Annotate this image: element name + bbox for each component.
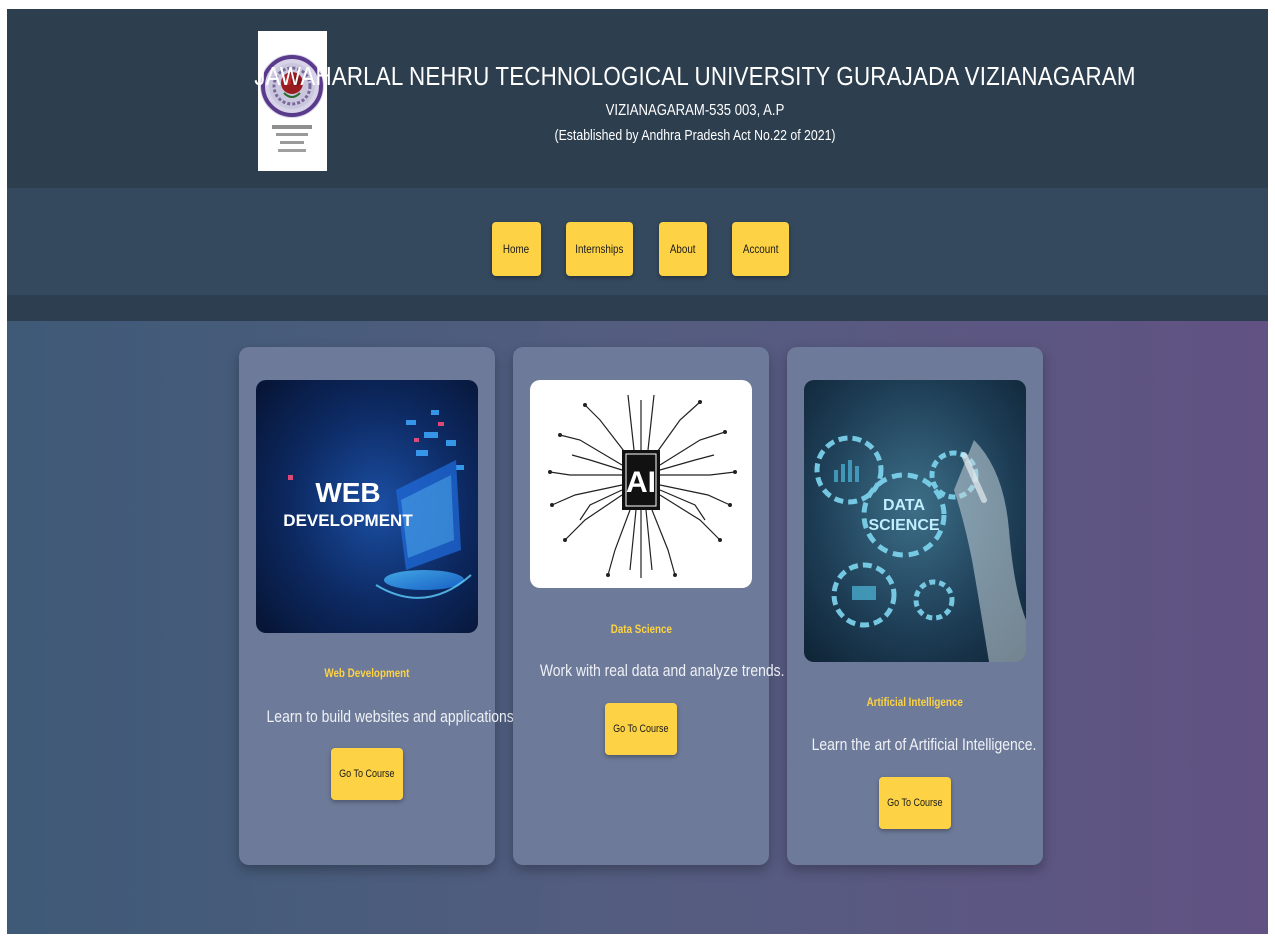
go-to-course-button[interactable]: Go To Course (331, 748, 403, 800)
nav-internships-button[interactable]: Internships (566, 222, 633, 276)
course-card-data-science: AI Data Science Work with real data and … (513, 347, 785, 865)
web-image-label-1: WEB (315, 477, 380, 508)
web-image-label-2: DEVELOPMENT (283, 511, 413, 530)
course-title-text: Data Science (610, 622, 672, 636)
course-description-text: Learn to build websites and applications… (266, 707, 518, 726)
course-title-text: Web Development (324, 666, 410, 680)
navigation-bar (7, 188, 1268, 295)
university-title: JAWAHARLAL NEHRU TECHNOLOGICAL UNIVERSIT… (254, 61, 1136, 91)
go-to-course-label: Go To Course (339, 768, 395, 780)
go-to-course-button[interactable]: Go To Course (605, 703, 677, 755)
course-title-text: Artificial Intelligence (866, 695, 964, 709)
university-address: VIZIANAGARAM-535 003, A.P (605, 102, 785, 119)
course-description-text: Learn the art of Artificial Intelligence… (811, 735, 1037, 754)
university-established: (Established by Andhra Pradesh Act No.22… (554, 127, 836, 144)
nav-about-label: About (670, 242, 696, 256)
ai-chip-image: AI (530, 380, 752, 588)
university-seal-logo (258, 31, 327, 171)
course-title: Web Development (239, 666, 495, 680)
go-to-course-button[interactable]: Go To Course (879, 777, 951, 829)
site-header: JAWAHARLAL NEHRU TECHNOLOGICAL UNIVERSIT… (7, 9, 1268, 188)
nav-account-label: Account (742, 242, 779, 256)
course-description-text: Work with real data and analyze trends. (539, 661, 785, 680)
web-development-image: WEB DEVELOPMENT (256, 380, 478, 633)
course-card-web-development: WEB DEVELOPMENT Web Development Learn to… (239, 347, 518, 865)
go-to-course-label: Go To Course (887, 797, 943, 809)
nav-account-button[interactable]: Account (732, 222, 789, 276)
course-description: Learn the art of Artificial Intelligence… (787, 735, 1043, 755)
data-science-image-label-2: SCIENCE (868, 517, 939, 534)
nav-internships-label: Internships (575, 242, 624, 256)
data-science-image-label-1: DATA (883, 497, 926, 514)
nav-about-button[interactable]: About (659, 222, 707, 276)
course-description: Work with real data and analyze trends. (513, 661, 785, 681)
nav-home-button[interactable]: Home (492, 222, 541, 276)
data-science-gears-image: DATA SCIENCE (804, 380, 1026, 662)
ai-chip-label: AI (626, 466, 656, 499)
course-card-artificial-intelligence: DATA SCIENCE Artificial Intelligence Lea… (787, 347, 1043, 865)
go-to-course-label: Go To Course (613, 723, 669, 735)
page-frame: JAWAHARLAL NEHRU TECHNOLOGICAL UNIVERSIT… (7, 9, 1268, 934)
nav-home-label: Home (503, 242, 530, 256)
course-title: Data Science (513, 622, 769, 636)
course-title: Artificial Intelligence (787, 695, 1043, 709)
course-description: Learn to build websites and applications… (239, 707, 518, 727)
navigation-shadow-strip (7, 295, 1268, 321)
